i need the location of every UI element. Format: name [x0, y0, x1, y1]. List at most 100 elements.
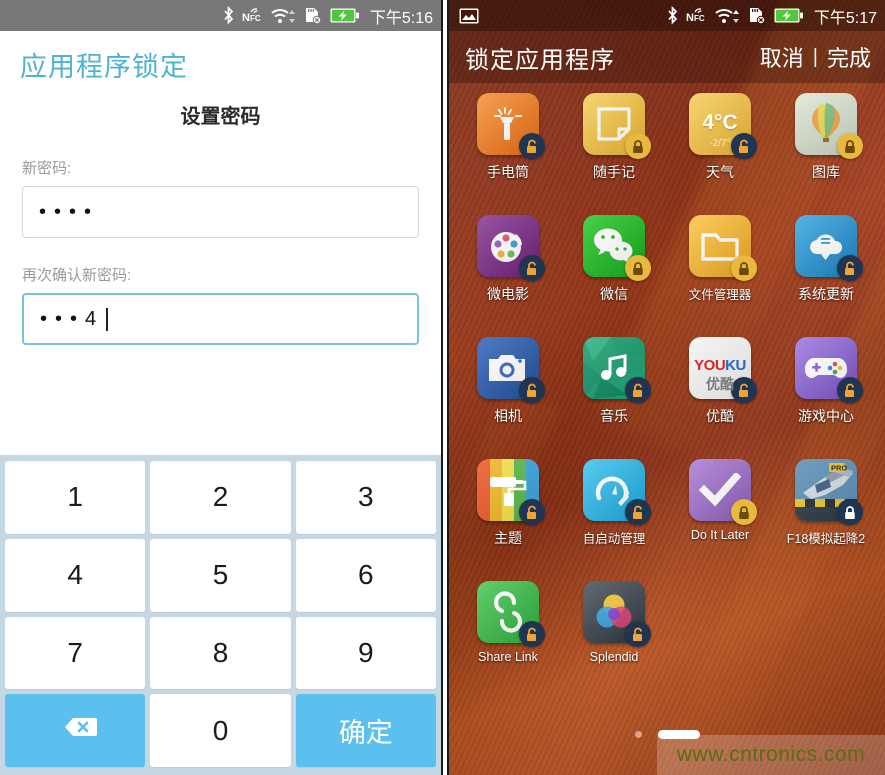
battery-charging-icon: [330, 7, 360, 24]
closed-lock-badge: [731, 255, 757, 281]
action-separator: |: [812, 45, 818, 68]
done-button[interactable]: 完成: [827, 41, 871, 73]
app-label: 手电筒: [487, 164, 529, 180]
wifi-icon: [715, 7, 741, 25]
open-lock-badge: [519, 133, 545, 159]
open-lock-badge: [837, 255, 863, 281]
closed-lock-badge: [625, 255, 651, 281]
youku-brand-cn: 优酷: [706, 376, 734, 392]
key-4[interactable]: 4: [5, 538, 146, 612]
confirm-password-value: •••4: [40, 308, 105, 330]
sdcard-error-icon: [748, 6, 767, 25]
open-lock-badge: [837, 377, 863, 403]
watermark-text: www.cntronics.com: [676, 743, 866, 766]
backspace-icon: [52, 714, 98, 747]
svg-text:N: N: [686, 12, 694, 24]
app-label: 优酷: [706, 408, 734, 424]
weather-range: -2/7°: [709, 137, 731, 149]
app-label: F18模拟起降2: [786, 532, 866, 546]
svg-text:FC: FC: [250, 14, 261, 23]
nfc-icon: N FC: [242, 7, 264, 25]
confirm-password-label: 再次确认新密码:: [22, 267, 132, 284]
weather-temp: 4°C: [702, 110, 738, 134]
app-item-flashlight[interactable]: 手电筒: [455, 93, 561, 204]
screenshot-icon: [459, 8, 479, 24]
app-item-share-link[interactable]: Share Link: [455, 581, 561, 692]
open-lock-badge: [731, 377, 757, 403]
confirm-key[interactable]: 确定: [295, 694, 436, 767]
key-3[interactable]: 3: [295, 461, 436, 534]
key-2[interactable]: 2: [150, 461, 291, 534]
key-6[interactable]: 6: [295, 538, 436, 612]
app-item-splendid[interactable]: Splendid: [561, 581, 667, 692]
app-label: 随手记: [593, 164, 635, 180]
app-label: 微信: [600, 286, 628, 302]
closed-lock-badge: [837, 499, 863, 525]
wifi-icon: [271, 7, 297, 25]
app-label: 自启动管理: [582, 532, 646, 546]
screenshot-root: N FC 下午5:16 应用程序锁定 设置密码 新密码: •••• 再次确认新密…: [0, 0, 885, 775]
app-item-system-update[interactable]: 系统更新: [773, 215, 879, 326]
new-password-value: ••••: [39, 201, 100, 223]
closed-lock-badge: [731, 499, 757, 525]
app-item-autostart[interactable]: 自启动管理: [561, 459, 667, 570]
key-9[interactable]: 9: [295, 616, 436, 690]
app-item-youku[interactable]: YOUKU 优酷 优酷: [667, 337, 773, 448]
svg-text:PRO: PRO: [831, 464, 847, 473]
open-lock-badge: [519, 377, 545, 403]
app-item-f18[interactable]: PRO F18模拟起降2: [773, 459, 879, 570]
app-label: 图库: [812, 164, 840, 180]
app-item-gallery[interactable]: 图库: [773, 93, 879, 204]
battery-charging-icon: [774, 7, 804, 24]
status-bar-time: 下午5:17: [813, 9, 877, 27]
open-lock-badge: [625, 499, 651, 525]
confirm-password-input[interactable]: •••4: [22, 293, 419, 345]
left-phone-screen: N FC 下午5:16 应用程序锁定 设置密码 新密码: •••• 再次确认新密…: [0, 0, 443, 775]
youku-brand-you: YOU: [694, 357, 726, 374]
right-phone-screen: N FC 下午5:17 锁定应用程序 取消 | 完成 手电筒 随手记 4°C -…: [447, 0, 885, 775]
app-label: 游戏中心: [798, 408, 854, 424]
app-item-camera[interactable]: 相机: [455, 337, 561, 448]
svg-text:FC: FC: [694, 14, 705, 23]
app-label: 天气: [706, 164, 734, 180]
svg-text:N: N: [242, 12, 250, 24]
app-label: Splendid: [589, 650, 639, 664]
key-7[interactable]: 7: [5, 616, 146, 690]
app-label: Do It Later: [690, 528, 750, 542]
open-lock-badge: [519, 621, 545, 647]
action-bar-title: 锁定应用程序: [465, 46, 615, 74]
app-item-file-manager[interactable]: 文件管理器: [667, 215, 773, 326]
left-status-bar: N FC 下午5:16: [0, 0, 441, 31]
app-item-music[interactable]: 音乐: [561, 337, 667, 448]
new-password-input[interactable]: ••••: [22, 186, 419, 238]
left-main-content: 应用程序锁定 设置密码 新密码: •••• 再次确认新密码: •••4: [0, 31, 441, 455]
open-lock-badge: [625, 621, 651, 647]
youku-brand-ku: KU: [725, 357, 746, 374]
open-lock-badge: [519, 255, 545, 281]
app-item-game-center[interactable]: 游戏中心: [773, 337, 879, 448]
text-caret: [106, 307, 109, 331]
key-1[interactable]: 1: [5, 461, 146, 534]
app-label: 主题: [494, 530, 522, 546]
app-item-note[interactable]: 随手记: [561, 93, 667, 204]
bluetooth-icon: [222, 6, 235, 25]
bluetooth-icon: [666, 6, 679, 25]
page-dot[interactable]: [634, 731, 642, 738]
cancel-button[interactable]: 取消: [760, 41, 804, 73]
app-label: Share Link: [478, 650, 538, 664]
app-item-wechat[interactable]: 微信: [561, 215, 667, 326]
page-title: 应用程序锁定: [20, 52, 188, 82]
app-item-do-it-later[interactable]: Do It Later: [667, 459, 773, 570]
key-5[interactable]: 5: [150, 538, 291, 612]
app-item-weather[interactable]: 4°C -2/7° 天气: [667, 93, 773, 204]
sdcard-error-icon: [304, 6, 323, 25]
app-item-micro-movie[interactable]: 微电影: [455, 215, 561, 326]
app-label: 微电影: [487, 286, 529, 302]
new-password-label: 新密码:: [22, 160, 72, 177]
app-item-theme[interactable]: 主题: [455, 459, 561, 570]
key-8[interactable]: 8: [150, 616, 291, 690]
backspace-key[interactable]: [5, 694, 146, 767]
key-0[interactable]: 0: [150, 694, 291, 767]
numeric-keypad: 1 2 3 4 5 6 7 8 9 0 确定: [0, 455, 441, 775]
closed-lock-badge: [625, 133, 651, 159]
